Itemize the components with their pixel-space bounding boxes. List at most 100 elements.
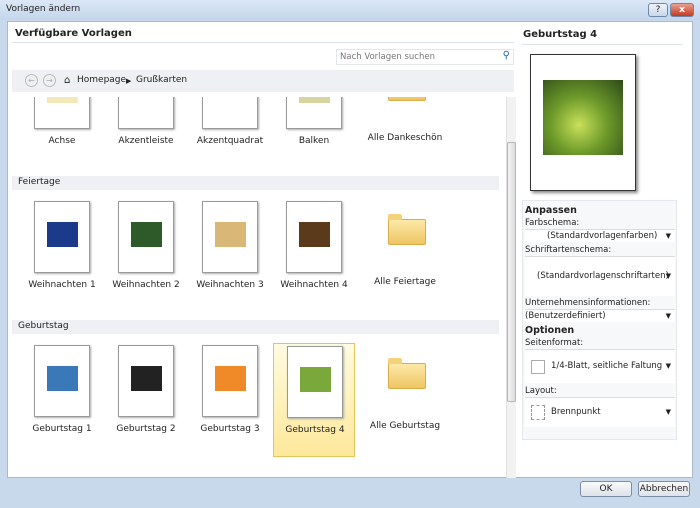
template-thumbnail [287,346,343,418]
layout-label: Layout: [525,386,557,396]
preview-title: Geburtstag 4 [523,29,598,40]
template-tile[interactable]: Weihnachten 1 [21,199,103,313]
layout-dropdown[interactable]: Brennpunkt ▼ [525,397,675,427]
template-tile[interactable]: Akzentleiste [105,97,187,169]
scrollbar[interactable] [506,97,516,478]
lime-image [543,80,623,155]
available-templates-heading: Verfügbare Vorlagen [15,28,132,39]
thumbnail-image [131,222,162,247]
template-label: Weihnachten 2 [112,280,180,290]
template-preview [530,54,636,191]
farbschema-dropdown[interactable]: (Standardvorlagenfarben) ▼ [525,229,675,242]
chevron-right-icon: ▶ [126,77,132,85]
search-icon[interactable]: ⚲ [503,50,510,61]
dialog-content: Verfügbare Vorlagen Nach Vorlagen suchen… [7,21,693,478]
layout-value: Brennpunkt [551,407,601,417]
template-thumbnail [34,201,90,273]
folder-tile[interactable]: Alle Dankeschön [363,97,445,169]
template-tile[interactable]: Akzentquadrat [189,97,271,169]
chevron-down-icon: ▼ [665,362,671,370]
template-tile[interactable]: Geburtstag 1 [21,343,103,457]
template-thumbnail [118,97,174,129]
divider [522,44,682,45]
folder-label: Alle Geburtstag [369,421,441,431]
thumbnail-image [300,367,331,392]
template-label: Achse [48,136,76,146]
thumbnail-image [215,97,246,103]
forward-button[interactable]: → [43,74,56,87]
search-input[interactable]: Nach Vorlagen suchen ⚲ [336,49,514,65]
template-thumbnail [118,201,174,273]
anpassen-heading: Anpassen [525,205,577,216]
template-thumbnail [202,345,258,417]
schrift-dropdown[interactable]: (Standardvorlagenschriftarten) ▼ [525,256,675,296]
template-thumbnail [34,345,90,417]
back-button[interactable]: ← [25,74,38,87]
template-tile[interactable]: Geburtstag 2 [105,343,187,457]
ok-button[interactable]: OK [580,481,632,497]
thumbnail-image [299,97,330,103]
title-bar: Vorlagen ändern ? x [0,0,700,20]
folder-icon [388,358,426,389]
template-label: Weihnachten 4 [280,280,348,290]
template-tile[interactable]: Geburtstag 3 [189,343,271,457]
farbschema-label: Farbschema: [525,218,580,228]
template-label: Weihnachten 1 [28,280,96,290]
template-thumbnail [118,345,174,417]
preview-pane: Geburtstag 4 Anpassen Farbschema: (Stand… [516,22,692,477]
breadcrumb-grusskarten[interactable]: Grußkarten [136,75,187,85]
folder-tile[interactable]: Alle Geburtstag [363,343,445,457]
layout-icon [531,405,545,420]
template-label: Geburtstag 3 [200,424,260,434]
template-tile[interactable]: Balken [273,97,355,169]
breadcrumb-homepage[interactable]: Homepage [77,75,126,85]
template-thumbnail [286,97,342,129]
chevron-down-icon: ▼ [665,312,671,320]
scrollbar-thumb[interactable] [507,142,516,402]
section-header[interactable]: Feiertage [12,176,499,190]
template-tile[interactable]: Geburtstag 4 [273,343,355,457]
template-tile[interactable]: Achse [21,97,103,169]
unternehmen-dropdown[interactable]: (Benutzerdefiniert) ▼ [525,309,675,322]
close-button[interactable]: x [670,3,694,17]
template-thumbnail [202,97,258,129]
folder-tile[interactable]: Alle Feiertage [363,199,445,313]
template-label: Balken [298,136,330,146]
cancel-button[interactable]: Abbrechen [638,481,690,497]
customize-panel: Anpassen Farbschema: (Standardvorlagenfa… [522,200,677,440]
template-tile[interactable]: Weihnachten 4 [273,199,355,313]
folder-label: Alle Dankeschön [367,133,443,143]
unternehmen-label: Unternehmensinformationen: [525,298,651,308]
template-tile[interactable]: Weihnachten 3 [189,199,271,313]
template-label: Geburtstag 2 [116,424,176,434]
optionen-heading: Optionen [525,325,575,336]
breadcrumb: ← → ⌂ Homepage ▶ Grußkarten [12,70,514,92]
schrift-label: Schriftartenschema: [525,245,612,255]
section-header[interactable]: Geburtstag [12,320,499,334]
thumbnail-image [299,222,330,247]
template-thumbnail [34,97,90,129]
seitenformat-value: 1/4-Blatt, seitliche Faltung [551,361,663,371]
folder-icon [388,214,426,245]
thumbnail-image [215,222,246,247]
thumbnail-image [47,366,78,391]
template-label: Akzentleiste [118,136,174,146]
chevron-down-icon: ▼ [665,272,671,280]
seitenformat-dropdown[interactable]: 1/4-Blatt, seitliche Faltung ▼ [525,349,675,383]
template-label: Akzentquadrat [196,136,264,146]
template-tile[interactable]: Weihnachten 2 [105,199,187,313]
unternehmen-value: (Benutzerdefiniert) [525,311,606,321]
template-label: Geburtstag 4 [285,425,345,435]
help-button[interactable]: ? [648,3,668,17]
thumbnail-image [47,97,78,103]
seitenformat-label: Seitenformat: [525,338,584,348]
thumbnail-image [215,366,246,391]
home-icon: ⌂ [64,75,71,86]
template-thumbnail [286,201,342,273]
page-format-icon [531,360,545,374]
template-thumbnail [202,201,258,273]
farbschema-value: (Standardvorlagenfarben) [547,231,658,241]
thumbnail-image [47,222,78,247]
template-gallery: Achse Akzentleiste Akzentquadrat Balken Alle… [8,97,505,478]
folder-label: Alle Feiertage [374,277,436,287]
